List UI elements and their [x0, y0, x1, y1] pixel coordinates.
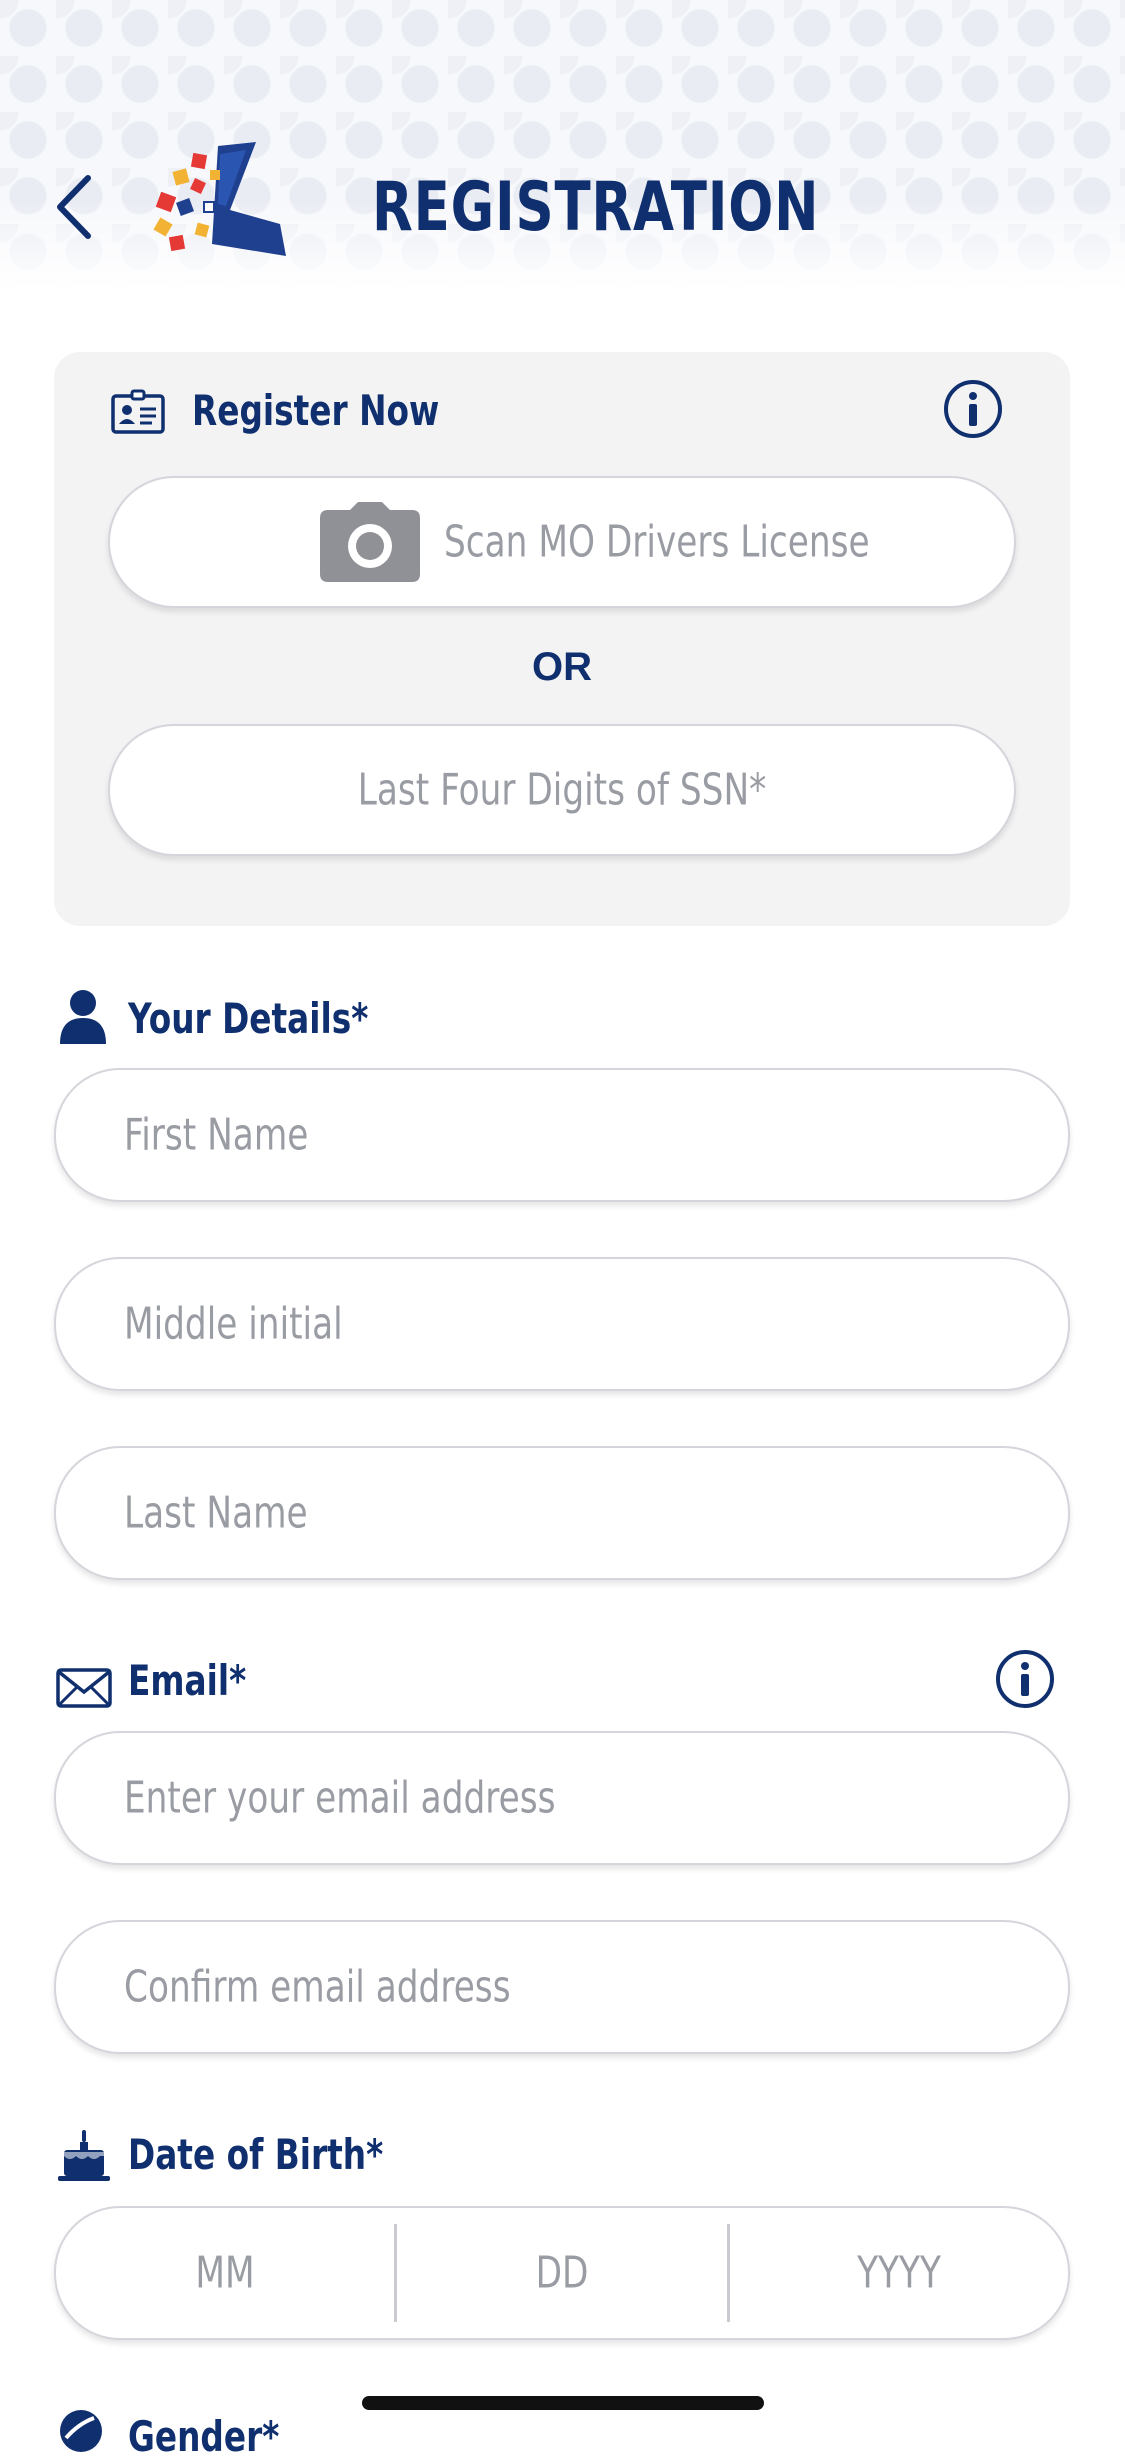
gender-title: Gender* — [128, 2412, 280, 2461]
date-of-birth-input: MM DD YYYY — [54, 2206, 1070, 2340]
confirm-email-input[interactable]: Confirm email address — [54, 1920, 1070, 2054]
email-placeholder: Enter your email address — [124, 1772, 556, 1824]
dob-year-placeholder: YYYY — [857, 2247, 941, 2299]
register-now-title: Register Now — [192, 386, 440, 435]
dob-day-field[interactable]: DD — [397, 2208, 727, 2338]
first-name-placeholder: First Name — [124, 1109, 309, 1161]
camera-icon — [320, 502, 420, 582]
person-icon — [60, 990, 106, 1044]
gender-icon — [60, 2410, 102, 2452]
dob-year-field[interactable]: YYYY — [730, 2208, 1068, 2338]
or-separator: OR — [532, 645, 592, 689]
dob-month-placeholder: MM — [195, 2247, 255, 2299]
last-name-placeholder: Last Name — [124, 1487, 308, 1539]
email-input[interactable]: Enter your email address — [54, 1731, 1070, 1865]
dob-month-field[interactable]: MM — [56, 2208, 394, 2338]
register-now-card: Register Now Scan MO Drivers License OR … — [54, 352, 1070, 926]
confirm-email-placeholder: Confirm email address — [124, 1961, 511, 2013]
home-indicator[interactable] — [362, 2396, 764, 2410]
app-logo — [153, 142, 286, 256]
envelope-icon — [56, 1668, 112, 1708]
ssn-placeholder: Last Four Digits of SSN* — [357, 764, 767, 816]
middle-initial-input[interactable]: Middle initial — [54, 1257, 1070, 1391]
back-chevron-icon[interactable] — [52, 172, 96, 242]
dob-day-placeholder: DD — [535, 2247, 589, 2299]
register-info-icon[interactable] — [942, 378, 1004, 440]
first-name-input[interactable]: First Name — [54, 1068, 1070, 1202]
last-name-input[interactable]: Last Name — [54, 1446, 1070, 1580]
scan-license-button[interactable]: Scan MO Drivers License — [108, 476, 1016, 608]
middle-initial-placeholder: Middle initial — [124, 1298, 343, 1350]
ssn-input[interactable]: Last Four Digits of SSN* — [108, 724, 1016, 856]
scan-license-label: Scan MO Drivers License — [444, 516, 870, 568]
your-details-title: Your Details* — [128, 994, 369, 1043]
email-title: Email* — [128, 1656, 247, 1705]
email-info-icon[interactable] — [994, 1648, 1056, 1710]
page-title: REGISTRATION — [372, 168, 820, 247]
birthday-cake-icon — [58, 2130, 110, 2181]
date-of-birth-title: Date of Birth* — [128, 2130, 384, 2179]
id-card-icon — [111, 389, 165, 434]
